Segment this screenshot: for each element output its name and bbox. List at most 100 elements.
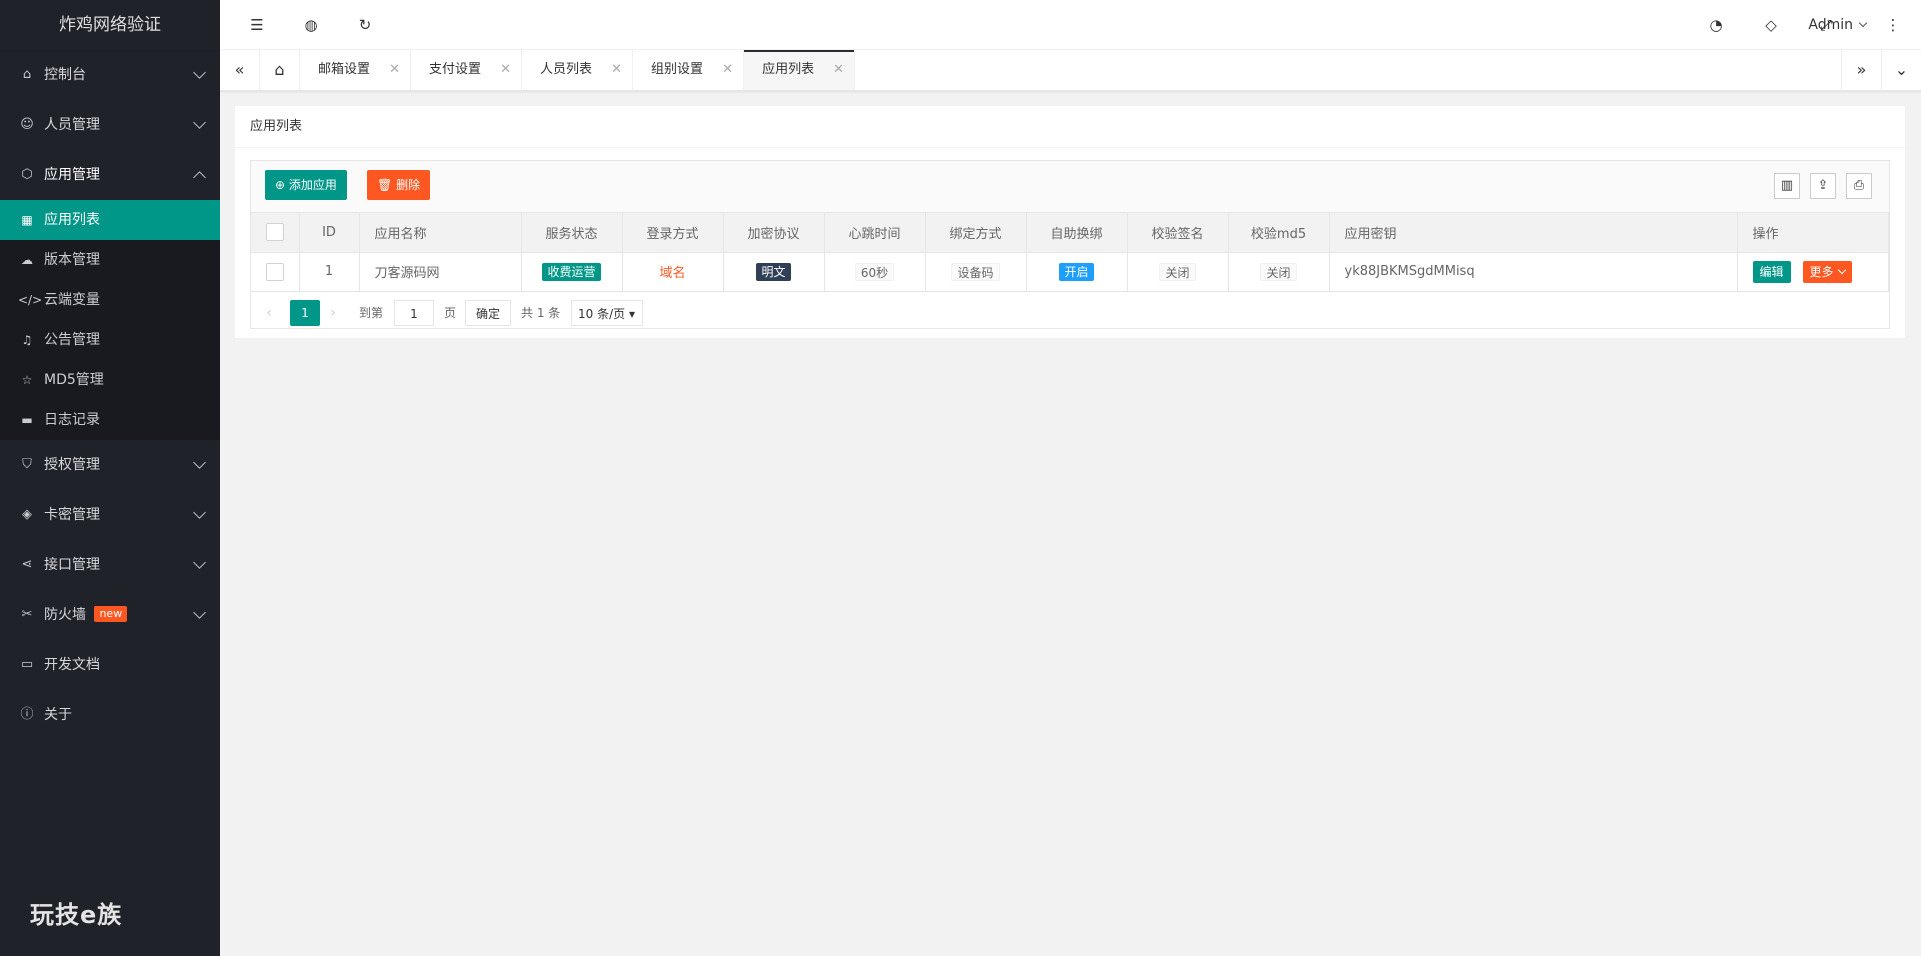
cloud-icon: ☁ [21,253,33,267]
tab-email-settings[interactable]: 邮箱设置 ✕ [300,50,412,90]
sidebar-item-users[interactable]: ☺ 人员管理 [0,100,220,150]
book-icon: ▭ [20,657,34,672]
sidebar-item-label: 公告管理 [44,332,100,348]
select-all-cell [251,213,300,253]
sidebar-item-label: MD5管理 [44,372,104,388]
tab-app-list[interactable]: 应用列表 ✕ [744,50,856,90]
print-icon[interactable]: ⎙ [1846,173,1872,199]
top-header: ☰ ◍ ↻ ◔ ◇ ⤢ Admin ⋮ [220,0,1921,50]
page-current[interactable]: 1 [290,299,320,326]
close-icon[interactable]: ✕ [611,50,622,90]
tabs: 邮箱设置 ✕ 支付设置 ✕ 人员列表 ✕ 组别设置 ✕ 应用列表 ✕ [300,50,856,90]
tab-group-settings[interactable]: 组别设置 ✕ [633,50,745,90]
login-method: 域名 [659,266,686,281]
col-protocol[interactable]: 加密协议 [723,213,825,253]
col-bind[interactable]: 绑定方式 [925,213,1027,253]
sidebar-subitem-cloud-vars[interactable]: </> 云端变量 [0,280,220,320]
sidebar-item-apps[interactable]: ⬡ 应用管理 [0,150,220,200]
sidebar-subitem-versions[interactable]: ☁ 版本管理 [0,240,220,280]
table-toolbar: ⊕ 添加应用 🗑 删除 ▥ ⇪ ⎙ [251,161,1889,213]
sidebar-subitem-logs[interactable]: ▬ 日志记录 [0,400,220,440]
theme-icon[interactable]: ◔ [1696,0,1736,50]
col-check-sign[interactable]: 校验签名 [1127,213,1229,253]
share-icon: ⋖ [21,557,33,572]
col-id[interactable]: ID [299,213,360,253]
col-status[interactable]: 服务状态 [521,213,623,253]
tabs-menu-chevron-icon[interactable]: ⌄ [1881,50,1921,90]
layers-icon: ◈ [22,507,32,522]
sidebar-item-firewall[interactable]: ✂ 防火墙 new [0,590,220,640]
select-all-checkbox[interactable] [265,223,284,242]
menu-toggle-icon[interactable]: ☰ [237,0,277,50]
sidebar-item-cards[interactable]: ◈ 卡密管理 [0,490,220,540]
edit-button[interactable]: 编辑 [1752,260,1791,283]
tag-icon[interactable]: ◇ [1751,0,1791,50]
columns-filter-icon[interactable]: ▥ [1774,173,1800,199]
close-icon[interactable]: ✕ [722,50,733,90]
table-header-row: ID 应用名称 服务状态 登录方式 加密协议 心跳时间 绑定方式 自助换绑 校验… [251,213,1889,253]
chevron-down-icon [193,506,206,519]
close-icon[interactable]: ✕ [389,50,400,90]
sidebar-item-label: 人员管理 [44,117,100,133]
globe-icon[interactable]: ◍ [291,0,331,50]
user-menu[interactable]: Admin [1808,0,1868,50]
refresh-icon[interactable]: ↻ [345,0,385,50]
app-table: ID 应用名称 服务状态 登录方式 加密协议 心跳时间 绑定方式 自助换绑 校验… [251,213,1889,292]
tabs-scroll-left-icon[interactable]: « [220,50,260,90]
col-key[interactable]: 应用密钥 [1329,213,1738,253]
check-md5-badge: 关闭 [1260,262,1297,281]
add-app-button[interactable]: ⊕ 添加应用 [265,170,347,200]
sidebar-item-label: 授权管理 [44,457,100,473]
prev-page-icon[interactable]: ‹ [259,300,279,326]
close-icon[interactable]: ✕ [500,50,511,90]
sidebar-subitem-notices[interactable]: ♫ 公告管理 [0,320,220,360]
more-button[interactable]: 更多 [1802,260,1852,283]
export-icon[interactable]: ⇪ [1810,173,1836,199]
row-checkbox[interactable] [265,262,284,281]
status-badge: 收费运营 [542,262,601,281]
col-name[interactable]: 应用名称 [359,213,522,253]
close-icon[interactable]: ✕ [833,50,844,90]
app-list-icon: ▦ [21,213,33,227]
tabs-scroll-right-icon[interactable]: » [1841,50,1881,90]
chevron-down-icon [193,456,206,469]
sidebar-item-label: 控制台 [44,67,86,83]
sidebar-item-label: 防火墙 [44,607,86,623]
col-actions: 操作 [1737,213,1889,253]
table-row[interactable]: 1 刀客源码网 收费运营 域名 明文 60秒 设备码 开启 关闭 关闭 yk88… [251,252,1889,292]
sidebar-item-console[interactable]: ⌂ 控制台 [0,50,220,100]
chevron-up-icon [193,171,206,184]
sidebar-item-auth[interactable]: ⛉ 授权管理 [0,440,220,490]
footer-brand-logo: 玩技e族 [30,901,123,929]
sidebar-item-label: 开发文档 [44,657,100,673]
goto-label: 到第 [359,305,384,320]
next-page-icon[interactable]: › [323,300,343,326]
cell-self-rebind: 开启 [1026,252,1128,292]
chevron-down-icon [193,116,206,129]
sidebar-item-about[interactable]: ⓘ 关于 [0,690,220,740]
col-self-rebind[interactable]: 自助换绑 [1026,213,1128,253]
tab-user-list[interactable]: 人员列表 ✕ [522,50,634,90]
cell-login: 域名 [622,252,724,292]
sidebar-subitem-app-list[interactable]: ▦ 应用列表 [0,200,220,240]
sidebar-subitem-md5[interactable]: ☆ MD5管理 [0,360,220,400]
home-icon: ⌂ [22,67,32,82]
chevron-down-icon [193,556,206,569]
col-check-md5[interactable]: 校验md5 [1228,213,1330,253]
user-icon: ☺ [20,117,34,132]
new-badge: new [94,606,128,622]
tab-label: 邮箱设置 [318,62,371,77]
page-unit-label: 页 [444,305,457,320]
more-vertical-icon[interactable]: ⋮ [1873,0,1913,50]
sidebar-item-api[interactable]: ⋖ 接口管理 [0,540,220,590]
col-login[interactable]: 登录方式 [622,213,724,253]
goto-page-input[interactable]: 1 [394,299,434,326]
cell-name: 刀客源码网 [359,252,522,292]
goto-confirm-button[interactable]: 确定 [465,299,512,326]
delete-button[interactable]: 🗑 删除 [367,170,431,200]
tab-payment-settings[interactable]: 支付设置 ✕ [411,50,523,90]
tab-home-icon[interactable]: ⌂ [260,50,300,90]
col-heartbeat[interactable]: 心跳时间 [824,213,926,253]
sidebar-item-docs[interactable]: ▭ 开发文档 [0,640,220,690]
page-size-select[interactable]: 10 条/页 ▾ [571,299,643,326]
